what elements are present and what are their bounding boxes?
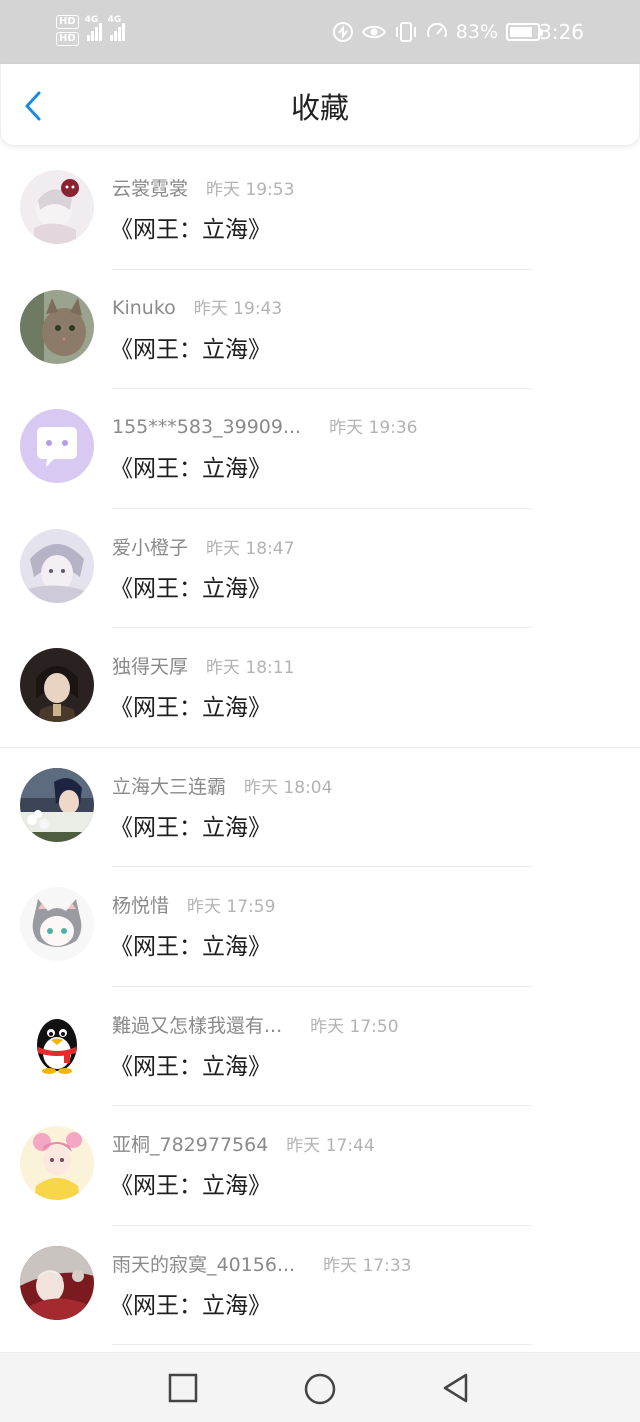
avatar[interactable] — [20, 1126, 94, 1200]
timestamp: 昨天 19:43 — [193, 298, 283, 319]
hd-badge-1: HD — [56, 14, 79, 29]
item-meta: 爱小橙子 昨天 18:47 — [112, 533, 294, 560]
signal-icon-2: 4G — [108, 15, 125, 41]
avatar[interactable] — [20, 1006, 94, 1081]
user-name: Kinuko — [112, 296, 176, 319]
chat-bubble-icon — [20, 409, 94, 483]
status-right: 83% — [332, 0, 543, 64]
item-meta: 亚桐_782977564 昨天 17:44 — [112, 1130, 375, 1157]
book-title: 《网王：立海》 — [110, 217, 271, 243]
timestamp: 昨天 18:11 — [206, 658, 295, 678]
item-meta: 難過又怎樣我還有... 昨天 17:50 — [112, 1011, 399, 1038]
eye-icon — [361, 23, 386, 41]
avatar[interactable] — [20, 1245, 94, 1320]
circle-icon — [304, 1373, 336, 1405]
list-item[interactable]: 独得天厚 昨天 18:11 《网王：立海》 — [0, 628, 640, 748]
favorites-list: 云裳霓裳 昨天 19:53 《网王：立海》 Kinuko 昨天 19:43 《网… — [0, 150, 640, 1345]
item-meta: 雨天的寂寞_40156... 昨天 17:33 — [112, 1250, 411, 1277]
user-name: 155***583_39909... — [112, 416, 302, 438]
network-type-1: 4G — [84, 15, 99, 25]
vibrate-icon — [394, 21, 418, 43]
list-item[interactable]: 雨天的寂寞_40156... 昨天 17:33 《网王：立海》 — [0, 1226, 640, 1345]
triangle-back-icon — [443, 1373, 468, 1403]
timestamp: 昨天 18:04 — [244, 777, 333, 798]
avatar[interactable] — [20, 409, 94, 483]
avatar[interactable] — [20, 528, 94, 603]
status-left: HD HD 4G 4G — [56, 12, 125, 48]
user-name: 杨悦惜 — [112, 895, 170, 917]
timestamp: 昨天 17:44 — [286, 1136, 375, 1156]
item-meta: 独得天厚 昨天 18:11 — [112, 652, 294, 679]
list-item[interactable]: 立海大三连霸 昨天 18:04 《网王：立海》 — [0, 748, 640, 867]
speed-icon — [426, 21, 448, 43]
item-meta: 杨悦惜 昨天 17:59 — [112, 891, 275, 918]
book-title: 《网王：立海》 — [110, 695, 271, 721]
divider — [112, 1344, 532, 1345]
book-title: 《网王：立海》 — [110, 1053, 271, 1080]
user-name: 立海大三连霸 — [112, 775, 227, 798]
book-title: 《网王：立海》 — [110, 1173, 271, 1199]
timestamp: 昨天 19:53 — [206, 180, 295, 200]
signal-icon: 4G — [85, 15, 102, 41]
nav-back-button[interactable] — [440, 1372, 472, 1404]
item-meta: Kinuko 昨天 19:43 — [112, 294, 282, 319]
battery-fill — [510, 27, 532, 37]
timestamp: 昨天 17:33 — [323, 1255, 412, 1276]
list-item[interactable]: 155***583_39909... 昨天 19:36 《网王：立海》 — [0, 389, 640, 509]
penguin-icon — [20, 1006, 94, 1081]
book-title: 《网王：立海》 — [110, 456, 271, 482]
item-meta: 立海大三连霸 昨天 18:04 — [112, 772, 332, 799]
book-title: 《网王：立海》 — [110, 1292, 271, 1319]
user-name: 難過又怎樣我還有... — [112, 1014, 283, 1037]
book-title: 《网王：立海》 — [110, 934, 271, 960]
status-time: 3:26 — [539, 20, 584, 44]
system-nav-bar — [0, 1352, 640, 1422]
book-title: 《网王：立海》 — [110, 336, 271, 363]
avatar[interactable] — [20, 887, 94, 961]
app-root: HD HD 4G 4G 83% 3:26 收藏 云裳霓裳 昨天 19:53 《网… — [0, 0, 640, 1422]
avatar[interactable] — [20, 648, 94, 722]
timestamp: 昨天 19:36 — [329, 418, 418, 438]
list-item[interactable]: 杨悦惜 昨天 17:59 《网王：立海》 — [0, 867, 640, 987]
header-bar: 收藏 — [0, 64, 640, 146]
avatar[interactable] — [20, 767, 94, 842]
list-item[interactable]: 云裳霓裳 昨天 19:53 《网王：立海》 — [0, 150, 640, 270]
hd-icon: HD HD — [56, 14, 79, 46]
avatar[interactable] — [20, 170, 94, 244]
user-name: 雨天的寂寞_40156... — [112, 1253, 296, 1276]
avatar[interactable] — [20, 289, 94, 364]
book-title: 《网王：立海》 — [110, 814, 271, 841]
list-item[interactable]: Kinuko 昨天 19:43 《网王：立海》 — [0, 270, 640, 389]
timestamp: 昨天 18:47 — [206, 538, 295, 559]
battery-percent: 83% — [455, 21, 498, 43]
status-bar: HD HD 4G 4G 83% 3:26 — [0, 0, 640, 64]
timestamp: 昨天 17:50 — [310, 1016, 399, 1037]
item-meta: 155***583_39909... 昨天 19:36 — [112, 413, 418, 438]
book-title: 《网王：立海》 — [110, 575, 271, 602]
user-name: 爱小橙子 — [112, 536, 189, 559]
battery-icon — [506, 23, 543, 41]
timestamp: 昨天 17:59 — [187, 897, 276, 917]
user-name: 独得天厚 — [112, 656, 189, 678]
list-item[interactable]: 爱小橙子 昨天 18:47 《网王：立海》 — [0, 509, 640, 628]
page-title: 收藏 — [290, 91, 349, 125]
user-name: 云裳霓裳 — [112, 178, 189, 200]
hd-badge-2: HD — [56, 31, 79, 46]
home-button[interactable] — [303, 1372, 336, 1405]
user-name: 亚桐_782977564 — [112, 1134, 269, 1156]
square-icon — [168, 1373, 198, 1403]
list-item[interactable]: 難過又怎樣我還有... 昨天 17:50 《网王：立海》 — [0, 987, 640, 1106]
item-meta: 云裳霓裳 昨天 19:53 — [112, 174, 294, 201]
list-item[interactable]: 亚桐_782977564 昨天 17:44 《网王：立海》 — [0, 1106, 640, 1226]
recents-button[interactable] — [167, 1372, 199, 1404]
nfc-icon — [332, 21, 354, 43]
network-type-2: 4G — [107, 15, 122, 25]
